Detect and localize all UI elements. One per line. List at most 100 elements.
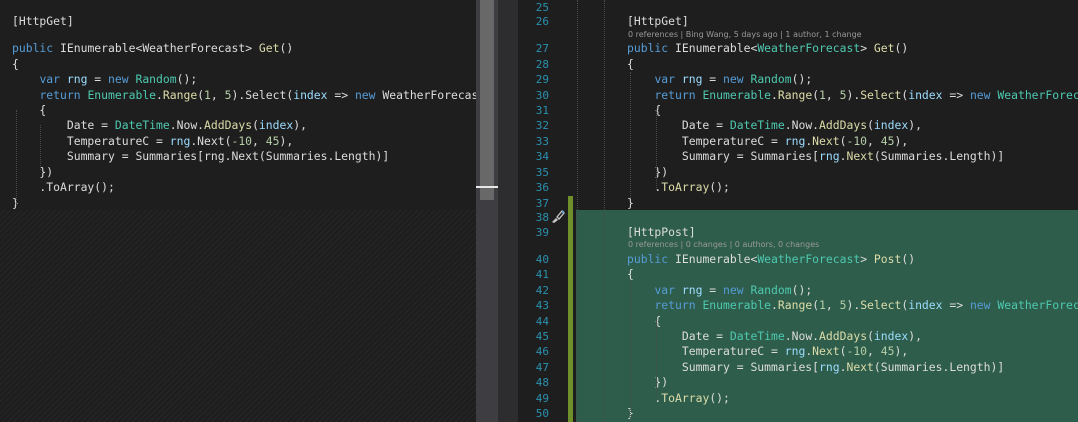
code-token: Random <box>750 72 792 86</box>
code-line[interactable]: TemperatureC = rng.Next(-10, 45), <box>627 134 908 149</box>
left-vertical-scrollbar[interactable] <box>476 0 498 422</box>
code-token: Enumerable <box>702 88 772 102</box>
code-line[interactable]: .ToArray(); <box>627 391 729 406</box>
code-token: .ToArray(); <box>12 180 115 194</box>
code-token: () <box>894 41 909 55</box>
code-token: [HttpGet] <box>627 14 689 28</box>
code-line[interactable]: }) <box>627 375 668 390</box>
code-line[interactable]: var rng = new Random(); <box>627 72 812 87</box>
code-line[interactable]: { <box>12 103 46 118</box>
code-line[interactable]: public IEnumerable<WeatherForecast> Get(… <box>627 41 908 56</box>
code-token: { <box>627 57 634 71</box>
code-token: Enumerable <box>87 88 157 102</box>
code-token: .Now. <box>784 329 820 343</box>
code-line[interactable]: Date = DateTime.Now.AddDays(index), <box>627 118 922 133</box>
code-line[interactable]: .ToArray(); <box>12 180 115 195</box>
code-line[interactable]: [HttpGet] <box>627 14 689 29</box>
line-number: 36 <box>535 181 549 194</box>
code-token: index <box>258 118 294 132</box>
code-line[interactable]: return Enumerable.Range(1, 5).Select(ind… <box>12 88 476 103</box>
code-token: rng <box>66 72 88 86</box>
code-line[interactable]: [HttpGet] <box>12 14 74 29</box>
code-token: public <box>627 252 676 266</box>
code-token: Next <box>812 134 840 148</box>
line-number: 31 <box>535 104 549 117</box>
code-line[interactable]: var rng = new Random(); <box>12 72 197 87</box>
code-token: ), <box>894 344 909 358</box>
code-line[interactable]: TemperatureC = rng.Next(-10, 45), <box>12 134 293 149</box>
line-number: 37 <box>535 197 549 210</box>
line-number: 25 <box>535 1 549 14</box>
line-number: 30 <box>535 89 549 102</box>
code-token: ( <box>252 118 259 132</box>
code-token: { <box>627 267 634 281</box>
code-token: .Next( <box>190 134 232 148</box>
code-token: }) <box>627 165 669 179</box>
code-token: { <box>12 103 47 117</box>
code-line[interactable]: public IEnumerable<WeatherForecast> Post… <box>627 252 915 267</box>
code-line[interactable]: { <box>627 267 634 282</box>
indent-guide <box>630 72 631 198</box>
code-line[interactable]: return Enumerable.Range(1, 5).Select(ind… <box>627 298 1078 313</box>
code-line[interactable]: Summary = Summaries[rng.Next(Summaries.L… <box>627 360 1004 375</box>
line-number: 34 <box>535 150 549 163</box>
code-line[interactable]: Date = DateTime.Now.AddDays(index), <box>627 329 922 344</box>
code-line[interactable]: Date = DateTime.Now.AddDays(index), <box>12 118 307 133</box>
code-token: Enumerable <box>702 298 772 312</box>
code-token: { <box>12 57 19 71</box>
code-token: }) <box>12 165 54 179</box>
code-token: Range <box>777 298 813 312</box>
right-diff-pane[interactable]: 25 26 [HttpGet] 0 references | Bing Wang, 5… <box>518 0 1078 422</box>
code-line[interactable]: TemperatureC = rng.Next(-10, 45), <box>627 344 908 359</box>
code-line[interactable]: { <box>627 57 634 72</box>
code-line[interactable]: [HttpPost] <box>627 225 696 240</box>
code-line[interactable]: Summary = Summaries[rng.Next(Summaries.L… <box>12 149 389 164</box>
code-token: [HttpGet] <box>12 14 74 28</box>
added-lines-indicator <box>568 196 573 422</box>
code-token: var <box>654 72 682 86</box>
quick-actions-brush-icon[interactable] <box>550 209 566 223</box>
line-number: 40 <box>535 253 549 266</box>
diff-splitter[interactable] <box>498 0 518 422</box>
code-line[interactable]: Summary = Summaries[rng.Next(Summaries.L… <box>627 149 1004 164</box>
line-number: 48 <box>535 376 549 389</box>
code-token: ), <box>279 134 294 148</box>
code-line[interactable]: var rng = new Random(); <box>627 283 812 298</box>
code-token: (Summaries.Length)] <box>873 149 1005 163</box>
line-number: 28 <box>535 58 549 71</box>
code-line[interactable]: return Enumerable.Range(1, 5).Select(ind… <box>627 88 1078 103</box>
code-token: Random <box>135 72 177 86</box>
code-token: Next <box>812 344 840 358</box>
code-token: .Now. <box>169 118 205 132</box>
code-line[interactable]: .ToArray(); <box>627 180 729 195</box>
code-token: IEnumerable <box>60 41 136 55</box>
scrollbar-thumb[interactable] <box>480 0 494 200</box>
code-token: rng <box>169 134 191 148</box>
code-token: IEnumerable <box>675 41 751 55</box>
code-token: = <box>702 283 724 297</box>
code-line[interactable]: }) <box>12 165 53 180</box>
codelens-info[interactable]: 0 references | 0 changes | 0 authors, 0 … <box>628 240 819 250</box>
code-token: => <box>327 88 355 102</box>
codelens-info[interactable]: 0 references | Bing Wang, 5 days ago | 1… <box>628 30 862 40</box>
code-token: return <box>39 88 88 102</box>
code-token: Summary = Summaries[rng.Next(Summaries.L… <box>12 149 390 163</box>
code-token: TemperatureC = <box>627 344 785 358</box>
line-number: 29 <box>535 73 549 86</box>
code-line[interactable]: { <box>12 57 19 72</box>
code-token: AddDays <box>819 118 868 132</box>
code-line[interactable]: } <box>627 196 634 211</box>
code-token: => <box>942 88 970 102</box>
code-token: , <box>867 344 881 358</box>
code-token: , <box>210 88 225 102</box>
scrollbar-position-marker <box>476 186 498 188</box>
left-diff-pane[interactable]: [HttpGet] public IEnumerable<WeatherForec… <box>0 0 476 422</box>
code-token: new <box>354 88 383 102</box>
code-token: new <box>108 72 136 86</box>
code-token: ). <box>846 88 861 102</box>
code-line[interactable]: }) <box>627 165 668 180</box>
code-line[interactable]: public IEnumerable<WeatherForecast> Get(… <box>12 41 293 56</box>
empty-region-hatch <box>0 210 476 422</box>
